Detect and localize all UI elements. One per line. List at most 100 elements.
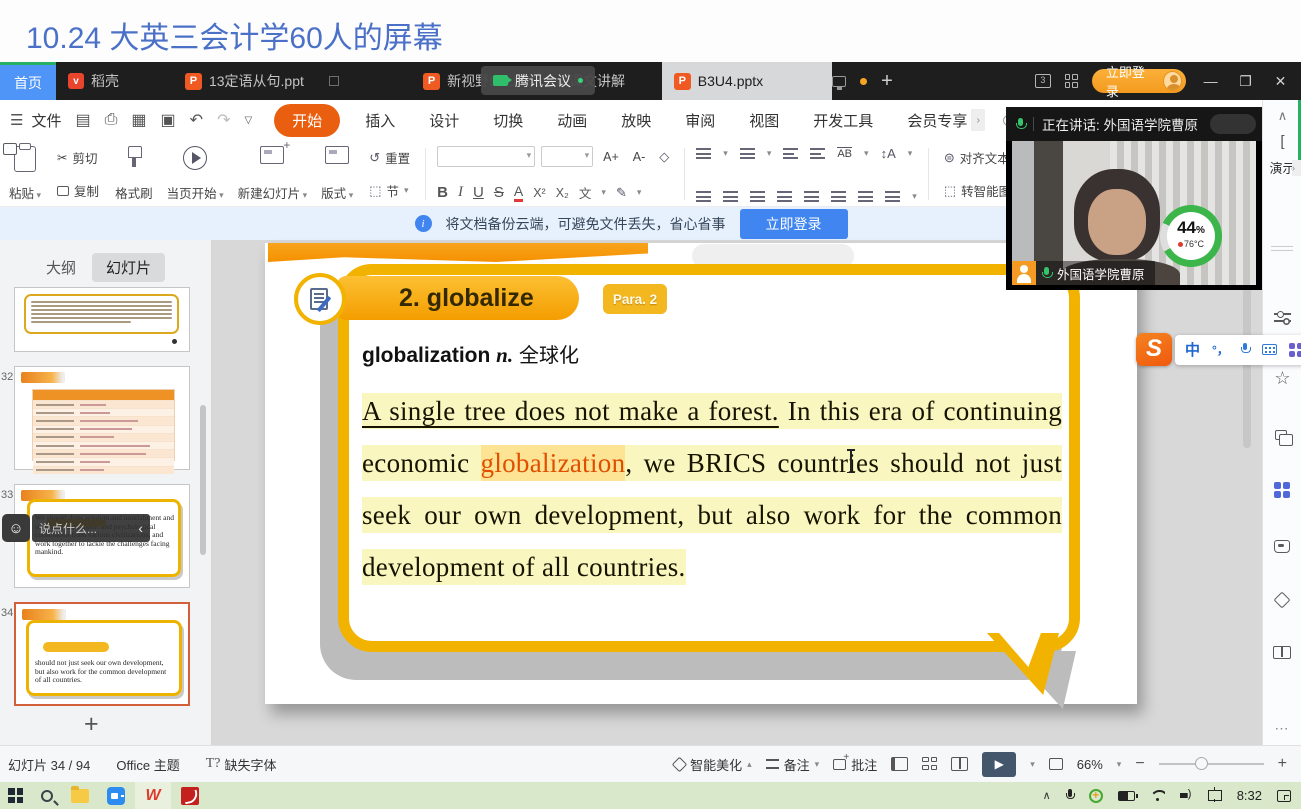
save-icon[interactable]: ▤ <box>75 110 90 130</box>
increase-indent-icon[interactable] <box>810 148 825 159</box>
zoom-in-button[interactable]: + <box>1278 755 1287 773</box>
align-left-icon[interactable] <box>696 191 711 202</box>
reading-view-icon[interactable] <box>951 757 968 771</box>
tab-outline[interactable]: 大纲 <box>40 253 82 282</box>
distribute-icon[interactable] <box>804 191 819 202</box>
menu-transition[interactable]: 切换 <box>476 104 540 137</box>
subscript-button[interactable]: X₂ <box>556 186 569 200</box>
highlight-button[interactable]: ✎ <box>616 185 627 201</box>
menu-devtools[interactable]: 开发工具 <box>796 104 890 137</box>
notification-center-icon[interactable] <box>1277 790 1291 802</box>
clock[interactable]: 8:32 <box>1237 788 1262 803</box>
section-button[interactable]: ⬚节▾ <box>365 179 414 202</box>
bold-button[interactable]: B <box>437 184 448 201</box>
slide-thumbnail-31[interactable] <box>14 287 190 352</box>
menu-design[interactable]: 设计 <box>412 104 476 137</box>
notes-button[interactable]: 备注▾ <box>766 755 820 774</box>
ime-voice-icon[interactable] <box>1241 343 1250 356</box>
banner-login-button[interactable]: 立即登录 <box>740 209 848 239</box>
numbered-list-icon[interactable] <box>740 148 755 159</box>
sogou-logo-icon[interactable]: S <box>1136 333 1172 366</box>
preview-icon[interactable]: ▣ <box>161 110 176 130</box>
align-center-icon[interactable] <box>723 191 738 202</box>
tab-docer[interactable]: v 稻壳 <box>56 62 173 100</box>
more-tools-icon[interactable]: ⋯ <box>1263 720 1301 737</box>
wifi-icon[interactable] <box>1150 790 1165 801</box>
tray-antivirus-icon[interactable] <box>1089 789 1103 803</box>
menu-animation[interactable]: 动画 <box>540 104 604 137</box>
display-icon[interactable] <box>1208 790 1222 801</box>
clear-format-icon[interactable]: ◇ <box>655 147 673 167</box>
taskbar-search-icon[interactable] <box>41 790 53 802</box>
font-family-select[interactable] <box>437 146 535 167</box>
font-color-button[interactable]: A <box>514 183 523 202</box>
export-icon[interactable]: ⎙ <box>105 111 118 129</box>
sorter-view-icon[interactable] <box>922 757 937 771</box>
tray-mic-icon[interactable] <box>1066 789 1074 802</box>
smart-beautify-button[interactable]: 智能美化▴ <box>674 755 752 774</box>
undo-icon[interactable]: ↶ <box>190 110 203 130</box>
zoom-out-button[interactable]: − <box>1135 755 1144 773</box>
skin-settings-icon[interactable] <box>1274 540 1290 553</box>
login-button[interactable]: 立即登录 <box>1092 69 1186 93</box>
chat-collapse-icon[interactable]: ‹ <box>138 520 143 536</box>
print-icon[interactable]: ▦ <box>131 110 146 130</box>
reset-button[interactable]: ↺重置 <box>365 146 414 169</box>
slideshow-play-button[interactable]: ▶ <box>982 752 1016 777</box>
shrink-font-button[interactable]: A- <box>629 148 650 166</box>
ime-toolbox-icon[interactable] <box>1289 343 1301 357</box>
zoom-slider[interactable] <box>1159 763 1264 765</box>
new-tab-button[interactable]: + <box>881 70 893 93</box>
tencent-meeting-icon[interactable] <box>107 787 125 805</box>
menu-review[interactable]: 审阅 <box>668 104 732 137</box>
para-spacing-before-icon[interactable] <box>831 191 846 202</box>
pinyin-button[interactable]: 文 <box>579 183 592 202</box>
menu-view[interactable]: 视图 <box>732 104 796 137</box>
slide-thumbnail-34-selected[interactable]: should not just seek our own development… <box>14 602 190 706</box>
font-size-select[interactable] <box>541 146 593 167</box>
menu-insert[interactable]: 插入 <box>348 104 412 137</box>
hamburger-icon[interactable]: ☰ <box>10 111 23 129</box>
panel-scrollbar[interactable] <box>200 405 206 555</box>
tab-slides[interactable]: 幻灯片 <box>92 253 165 282</box>
italic-button[interactable]: I <box>458 184 463 201</box>
zoom-slider-thumb[interactable] <box>1195 757 1208 770</box>
text-direction-icon[interactable]: AB <box>837 147 852 160</box>
line-height-icon[interactable] <box>885 191 900 202</box>
settings-sliders-icon[interactable] <box>1274 312 1291 324</box>
bullet-list-icon[interactable] <box>696 148 711 159</box>
line-spacing-icon[interactable]: ↕A <box>881 146 896 161</box>
monitor-icon[interactable] <box>832 76 846 87</box>
collapse-ribbon-icon[interactable]: ∧ <box>1263 108 1301 124</box>
slide-canvas[interactable]: 2. globalize Para. 2 globalization n. 全球… <box>265 243 1137 704</box>
add-slide-button[interactable]: + <box>84 710 99 739</box>
format-painter-button[interactable]: 格式刷 <box>108 144 160 204</box>
play-from-current-button[interactable]: 当页开始 ▾ <box>160 144 231 204</box>
close-button[interactable]: ✕ <box>1270 73 1291 90</box>
new-slide-button[interactable]: 新建幻灯片 ▾ <box>231 144 315 204</box>
cnki-icon[interactable] <box>181 787 199 805</box>
zoom-level[interactable]: 66% <box>1077 757 1103 772</box>
ime-punctuation-toggle[interactable]: °， <box>1212 341 1229 358</box>
theme-label[interactable]: Office 主题 <box>116 755 179 774</box>
apps-grid-icon[interactable] <box>1274 482 1290 498</box>
meeting-overlay-pill[interactable]: 腾讯会议 <box>481 66 595 95</box>
menu-overflow-icon[interactable]: › <box>971 109 985 131</box>
minimize-button[interactable]: — <box>1200 73 1221 89</box>
customize-caret-icon[interactable]: ▽ <box>244 115 252 126</box>
start-button[interactable] <box>8 788 23 803</box>
tab-close-icon[interactable] <box>329 76 339 86</box>
para-spacing-after-icon[interactable] <box>858 191 873 202</box>
duplicate-window-icon[interactable] <box>1275 430 1287 440</box>
decrease-indent-icon[interactable] <box>783 148 798 159</box>
volume-icon[interactable] <box>1180 790 1193 801</box>
fit-window-icon[interactable] <box>1049 758 1063 770</box>
ime-keyboard-icon[interactable] <box>1262 344 1277 355</box>
missing-fonts[interactable]: T? 缺失字体 <box>206 755 277 774</box>
menu-file[interactable]: 文件 <box>23 110 75 131</box>
menu-start[interactable]: 开始 <box>274 104 340 137</box>
file-explorer-icon[interactable] <box>71 789 89 803</box>
menu-slideshow[interactable]: 放映 <box>604 104 668 137</box>
workspace-switch-icon[interactable]: 3 <box>1035 74 1050 88</box>
justify-icon[interactable] <box>777 191 792 202</box>
